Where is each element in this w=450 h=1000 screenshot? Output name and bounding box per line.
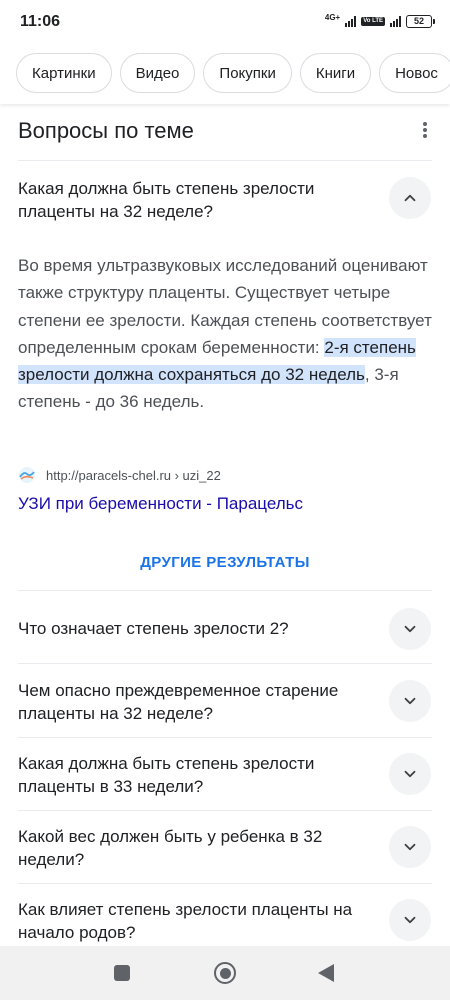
more-results-button[interactable]: ДРУГИЕ РЕЗУЛЬТАТЫ <box>0 554 450 571</box>
answer-snippet: Во время ультразвуковых исследований оце… <box>18 252 432 416</box>
battery-icon: 52 <box>406 14 435 28</box>
status-time: 11:06 <box>20 13 61 30</box>
divider <box>18 883 432 884</box>
chevron-down-icon <box>404 770 416 778</box>
source-row[interactable]: http://paracels-chel.ru › uzi_22 <box>18 466 221 484</box>
recent-apps-icon[interactable] <box>114 965 130 981</box>
chevron-down-icon <box>404 625 416 633</box>
status-icons: 4G+ Vo LTE 52 <box>324 12 435 30</box>
divider <box>18 810 432 811</box>
chip-images[interactable]: Картинки <box>16 53 112 93</box>
question-item[interactable]: Какая должна быть степень зрелости плаце… <box>18 752 368 798</box>
chip-shopping[interactable]: Покупки <box>203 53 292 93</box>
divider <box>18 663 432 664</box>
chevron-down-icon <box>404 843 416 851</box>
source-title-link[interactable]: УЗИ при беременности - Парацельс <box>18 494 303 514</box>
expand-button[interactable] <box>389 899 431 941</box>
source-url: http://paracels-chel.ru › uzi_22 <box>46 467 221 483</box>
chip-books[interactable]: Книги <box>299 53 372 93</box>
question-item[interactable]: Как влияет степень зрелости плаценты на … <box>18 898 368 944</box>
chevron-up-icon <box>404 194 416 202</box>
divider <box>18 160 432 161</box>
status-bar: 11:06 4G+ Vo LTE 52 <box>0 0 450 42</box>
expand-button[interactable] <box>389 753 431 795</box>
question-item[interactable]: Какой вес должен быть у ребенка в 32 нед… <box>18 825 368 871</box>
expanded-question-text[interactable]: Какая должна быть степень зрелости плаце… <box>18 177 368 223</box>
divider <box>18 590 432 591</box>
signal-icon <box>345 15 357 27</box>
more-options-icon[interactable] <box>418 120 432 140</box>
signal-icon-2 <box>390 15 401 27</box>
home-icon[interactable] <box>214 962 236 984</box>
collapse-button[interactable] <box>389 177 431 219</box>
site-favicon-icon <box>19 467 35 483</box>
question-item[interactable]: Чем опасно преждевременное старение плац… <box>18 679 368 725</box>
back-icon[interactable] <box>318 964 334 982</box>
expand-button[interactable] <box>389 826 431 868</box>
chevron-down-icon <box>404 916 416 924</box>
chevron-down-icon <box>404 697 416 705</box>
expand-button[interactable] <box>389 608 431 650</box>
search-filter-chips: Картинки Видео Покупки Книги Новос <box>0 42 450 104</box>
chip-news[interactable]: Новос <box>379 53 450 93</box>
divider <box>18 737 432 738</box>
section-title: Вопросы по теме <box>18 118 194 143</box>
volte-icon: Vo LTE <box>361 16 385 26</box>
question-item[interactable]: Что означает степень зрелости 2? <box>18 617 368 640</box>
chip-video[interactable]: Видео <box>119 53 196 93</box>
expand-button[interactable] <box>389 680 431 722</box>
network-type-label: 4G+ <box>324 13 341 22</box>
